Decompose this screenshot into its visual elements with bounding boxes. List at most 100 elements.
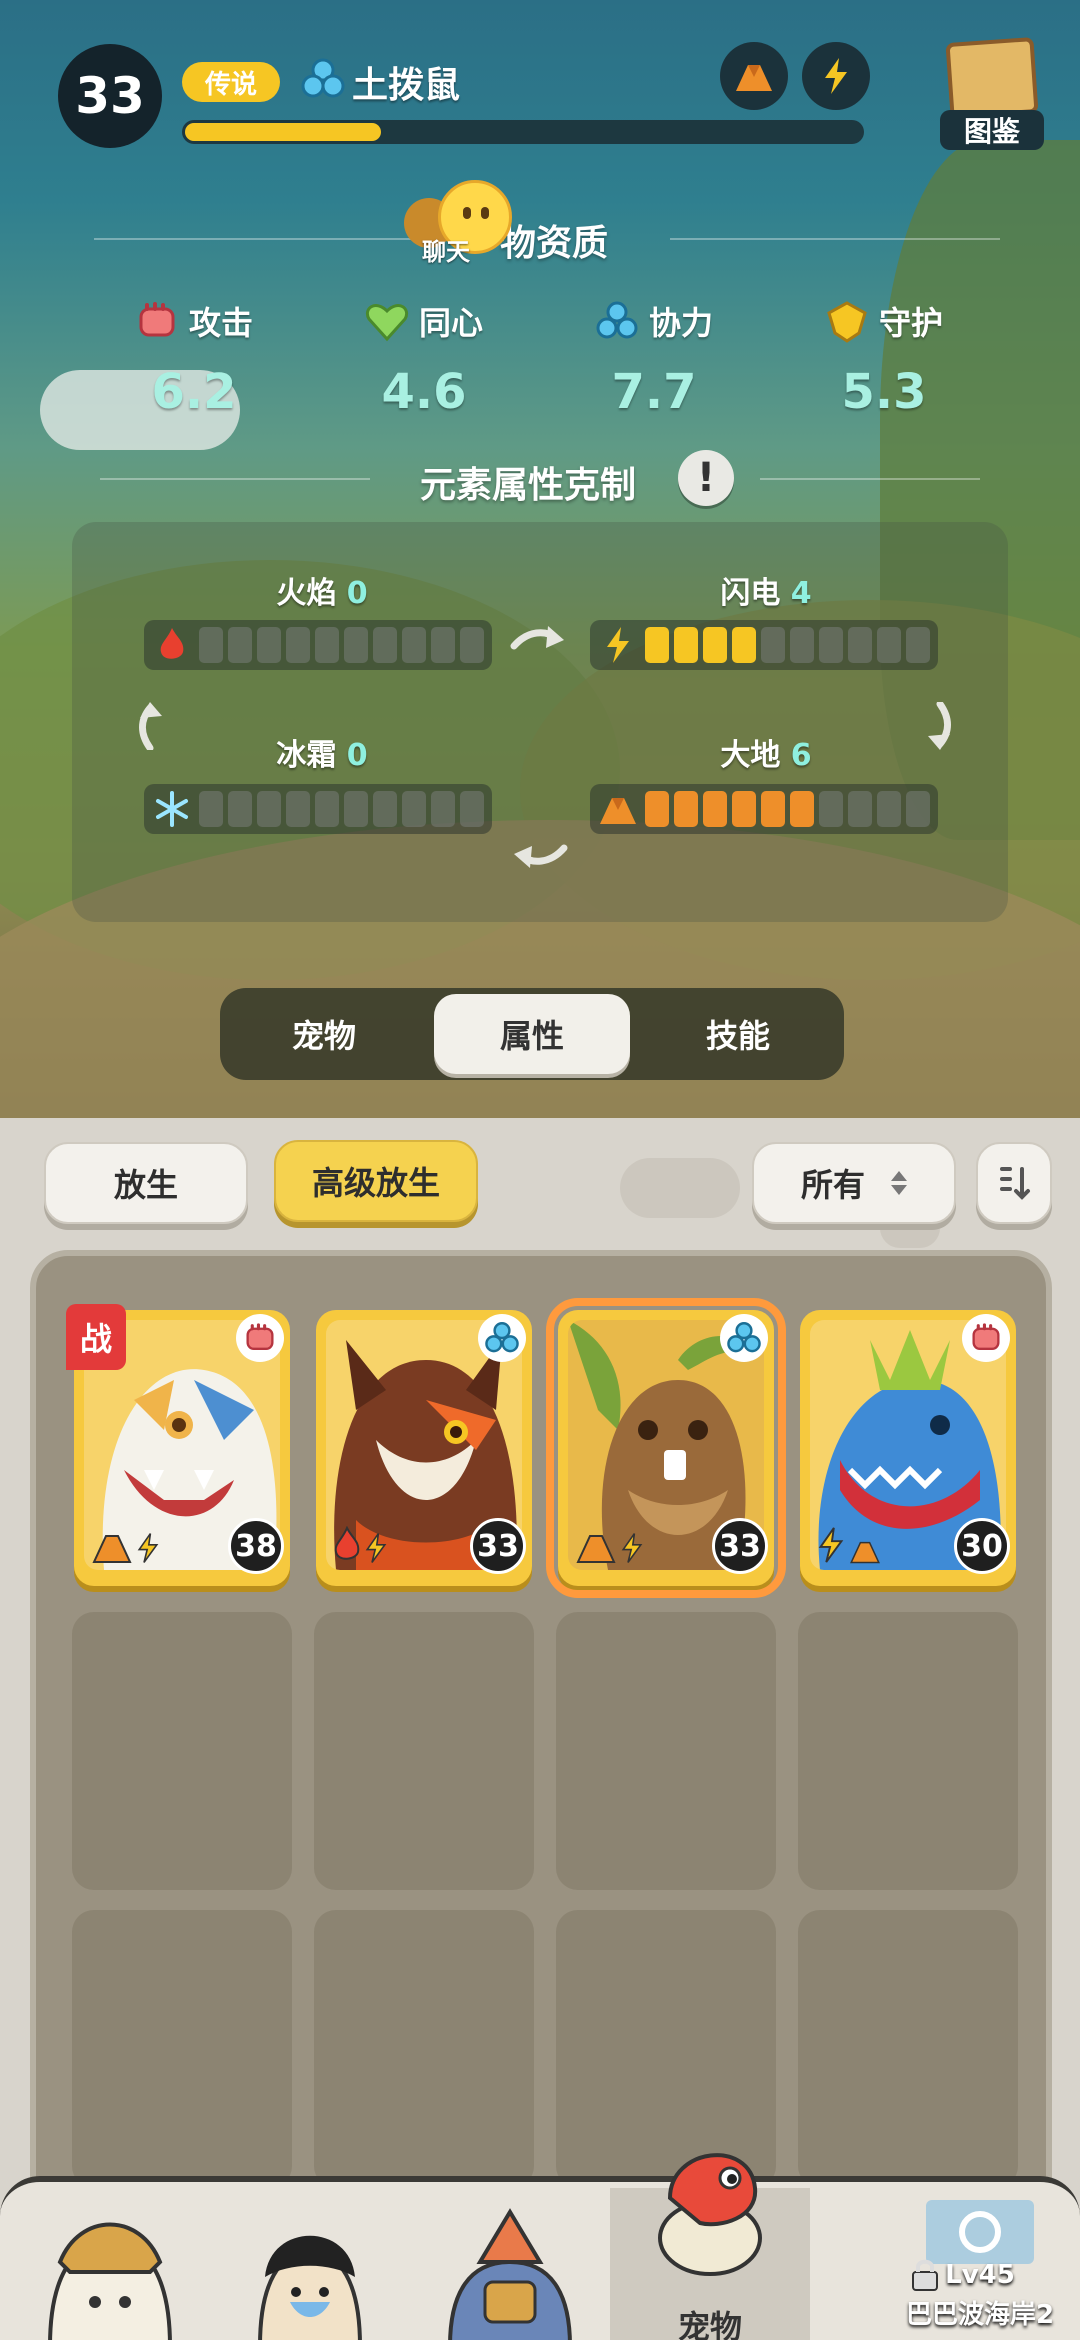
codex-button[interactable]: 图鉴 — [940, 36, 1044, 150]
pet-detail-scene: 33 传说 土拨鼠 图鉴 物资质 聊天 攻击 6.2 同心 4.6 协力 7.7… — [0, 0, 1080, 1118]
pet-card-selected[interactable]: 33 — [546, 1298, 786, 1598]
stat-value: 7.7 — [611, 364, 697, 420]
pet-level: 33 — [470, 1518, 526, 1574]
stat-label: 协力 — [648, 304, 713, 342]
nav-pets-label: 宠物 — [677, 2308, 742, 2340]
pet-type-icons — [90, 1530, 160, 1564]
earth-icon — [598, 789, 638, 829]
earth-level-segment — [906, 791, 930, 827]
ice-label: 冰霜 0 — [202, 730, 442, 774]
cycle-arrow-icon — [514, 844, 568, 868]
empty-slot[interactable] — [314, 1612, 534, 1890]
ice-level-segment — [344, 791, 368, 827]
fire-label-text: 火焰 — [276, 576, 337, 611]
earth-value: 6 — [790, 738, 812, 773]
fire-level-segment — [199, 627, 223, 663]
ice-level-segment — [286, 791, 310, 827]
nav-region-locked[interactable]: Lv45 巴巴波海岸2 — [880, 2182, 1080, 2340]
release-button[interactable]: 放生 — [44, 1142, 248, 1224]
tab-skills[interactable]: 技能 — [640, 994, 836, 1074]
bottom-nav: 宠物 Lv45 巴巴波海岸2 — [0, 2153, 1080, 2340]
fire-level-segment — [431, 627, 455, 663]
fire-icon — [334, 1526, 360, 1560]
pet-card[interactable]: 30 — [800, 1310, 1016, 1586]
cycle-arrow-icon — [139, 702, 162, 750]
pet-name: 土拨鼠 — [352, 65, 461, 106]
empty-slot[interactable] — [798, 1612, 1018, 1890]
ice-level-segment — [402, 791, 426, 827]
panel-decoration — [620, 1158, 740, 1218]
empty-slot[interactable] — [556, 1612, 776, 1890]
snowflake-icon — [152, 789, 192, 829]
earth-level-segment — [877, 791, 901, 827]
lightning-level-segment — [790, 627, 814, 663]
earth-label: 大地 6 — [646, 730, 886, 774]
chat-label: 聊天 — [422, 238, 470, 266]
battle-tag: 战 — [66, 1304, 126, 1370]
empty-slot[interactable] — [314, 1910, 534, 2188]
pet-type-icons — [574, 1530, 644, 1564]
ice-level-segment — [199, 791, 223, 827]
cycle-arrow-icon — [510, 626, 564, 650]
tab-pet[interactable]: 宠物 — [226, 994, 422, 1074]
dropdown-arrows-icon — [891, 1171, 907, 1195]
fire-level-segment — [286, 627, 310, 663]
pet-level: 33 — [712, 1518, 768, 1574]
element-info-button[interactable]: ! — [678, 450, 734, 506]
stat-label: 同心 — [418, 304, 483, 342]
teamwork-icon — [478, 1314, 526, 1362]
empty-slot[interactable] — [798, 1910, 1018, 2188]
codex-label: 图鉴 — [940, 110, 1044, 150]
earth-icon — [736, 65, 772, 91]
stat-label: 守护 — [878, 304, 943, 342]
attack-fist-icon — [236, 1314, 284, 1362]
lightning-level-segment — [645, 627, 669, 663]
fire-label: 火焰 0 — [202, 568, 442, 612]
stat-unity: 同心 4.6 — [314, 298, 534, 420]
pet-dragon-icon — [658, 2153, 762, 2276]
fire-level-segment — [228, 627, 252, 663]
ice-level-segment — [257, 791, 281, 827]
earth-icon — [850, 1541, 880, 1564]
xp-bar-fill — [185, 123, 382, 141]
fire-icon — [152, 625, 192, 665]
fire-level-segment — [315, 627, 339, 663]
fire-level-segment — [460, 627, 484, 663]
lightning-icon — [818, 1527, 844, 1563]
lightning-icon — [365, 1533, 387, 1563]
stat-label: 攻击 — [188, 304, 253, 342]
stat-guard: 守护 5.3 — [774, 298, 994, 420]
empty-slot[interactable] — [72, 1910, 292, 2188]
sort-button[interactable] — [976, 1142, 1052, 1224]
lightning-element-button[interactable] — [802, 42, 870, 110]
pet-card[interactable]: 战 38 — [66, 1304, 290, 1586]
advanced-release-button[interactable]: 高级放生 — [274, 1140, 478, 1222]
earth-element-button[interactable] — [720, 42, 788, 110]
codex-map-icon — [945, 37, 1039, 119]
nav-character-3[interactable] — [410, 2182, 610, 2340]
ice-bar — [144, 784, 492, 834]
earth-level-segment — [819, 791, 843, 827]
nav-character-1[interactable] — [10, 2182, 210, 2340]
stat-value: 4.6 — [381, 364, 467, 420]
tab-attributes[interactable]: 属性 — [434, 994, 630, 1074]
pet-type-icons — [332, 1526, 388, 1564]
pet-card[interactable]: 33 — [316, 1310, 532, 1586]
earth-level-segment — [790, 791, 814, 827]
divider — [760, 478, 980, 480]
lightning-label: 闪电 4 — [646, 568, 886, 612]
lightning-level-segment — [761, 627, 785, 663]
empty-slot[interactable] — [72, 1612, 292, 1890]
stat-attack: 攻击 6.2 — [84, 298, 304, 420]
pet-storage-panel: 放生 高级放生 所有 战 38 33 33 30 — [0, 1118, 1080, 2340]
nav-pets[interactable]: 宠物 — [610, 2153, 810, 2340]
chat-button[interactable]: 聊天 — [404, 176, 514, 266]
earth-level-segment — [848, 791, 872, 827]
filter-dropdown[interactable]: 所有 — [752, 1142, 956, 1224]
earth-level-segment — [761, 791, 785, 827]
pet-level: 30 — [954, 1518, 1010, 1574]
nav-character-2[interactable] — [210, 2182, 410, 2340]
divider — [100, 478, 370, 480]
lightning-level-segment — [674, 627, 698, 663]
pet-level-badge: 33 — [58, 44, 162, 148]
